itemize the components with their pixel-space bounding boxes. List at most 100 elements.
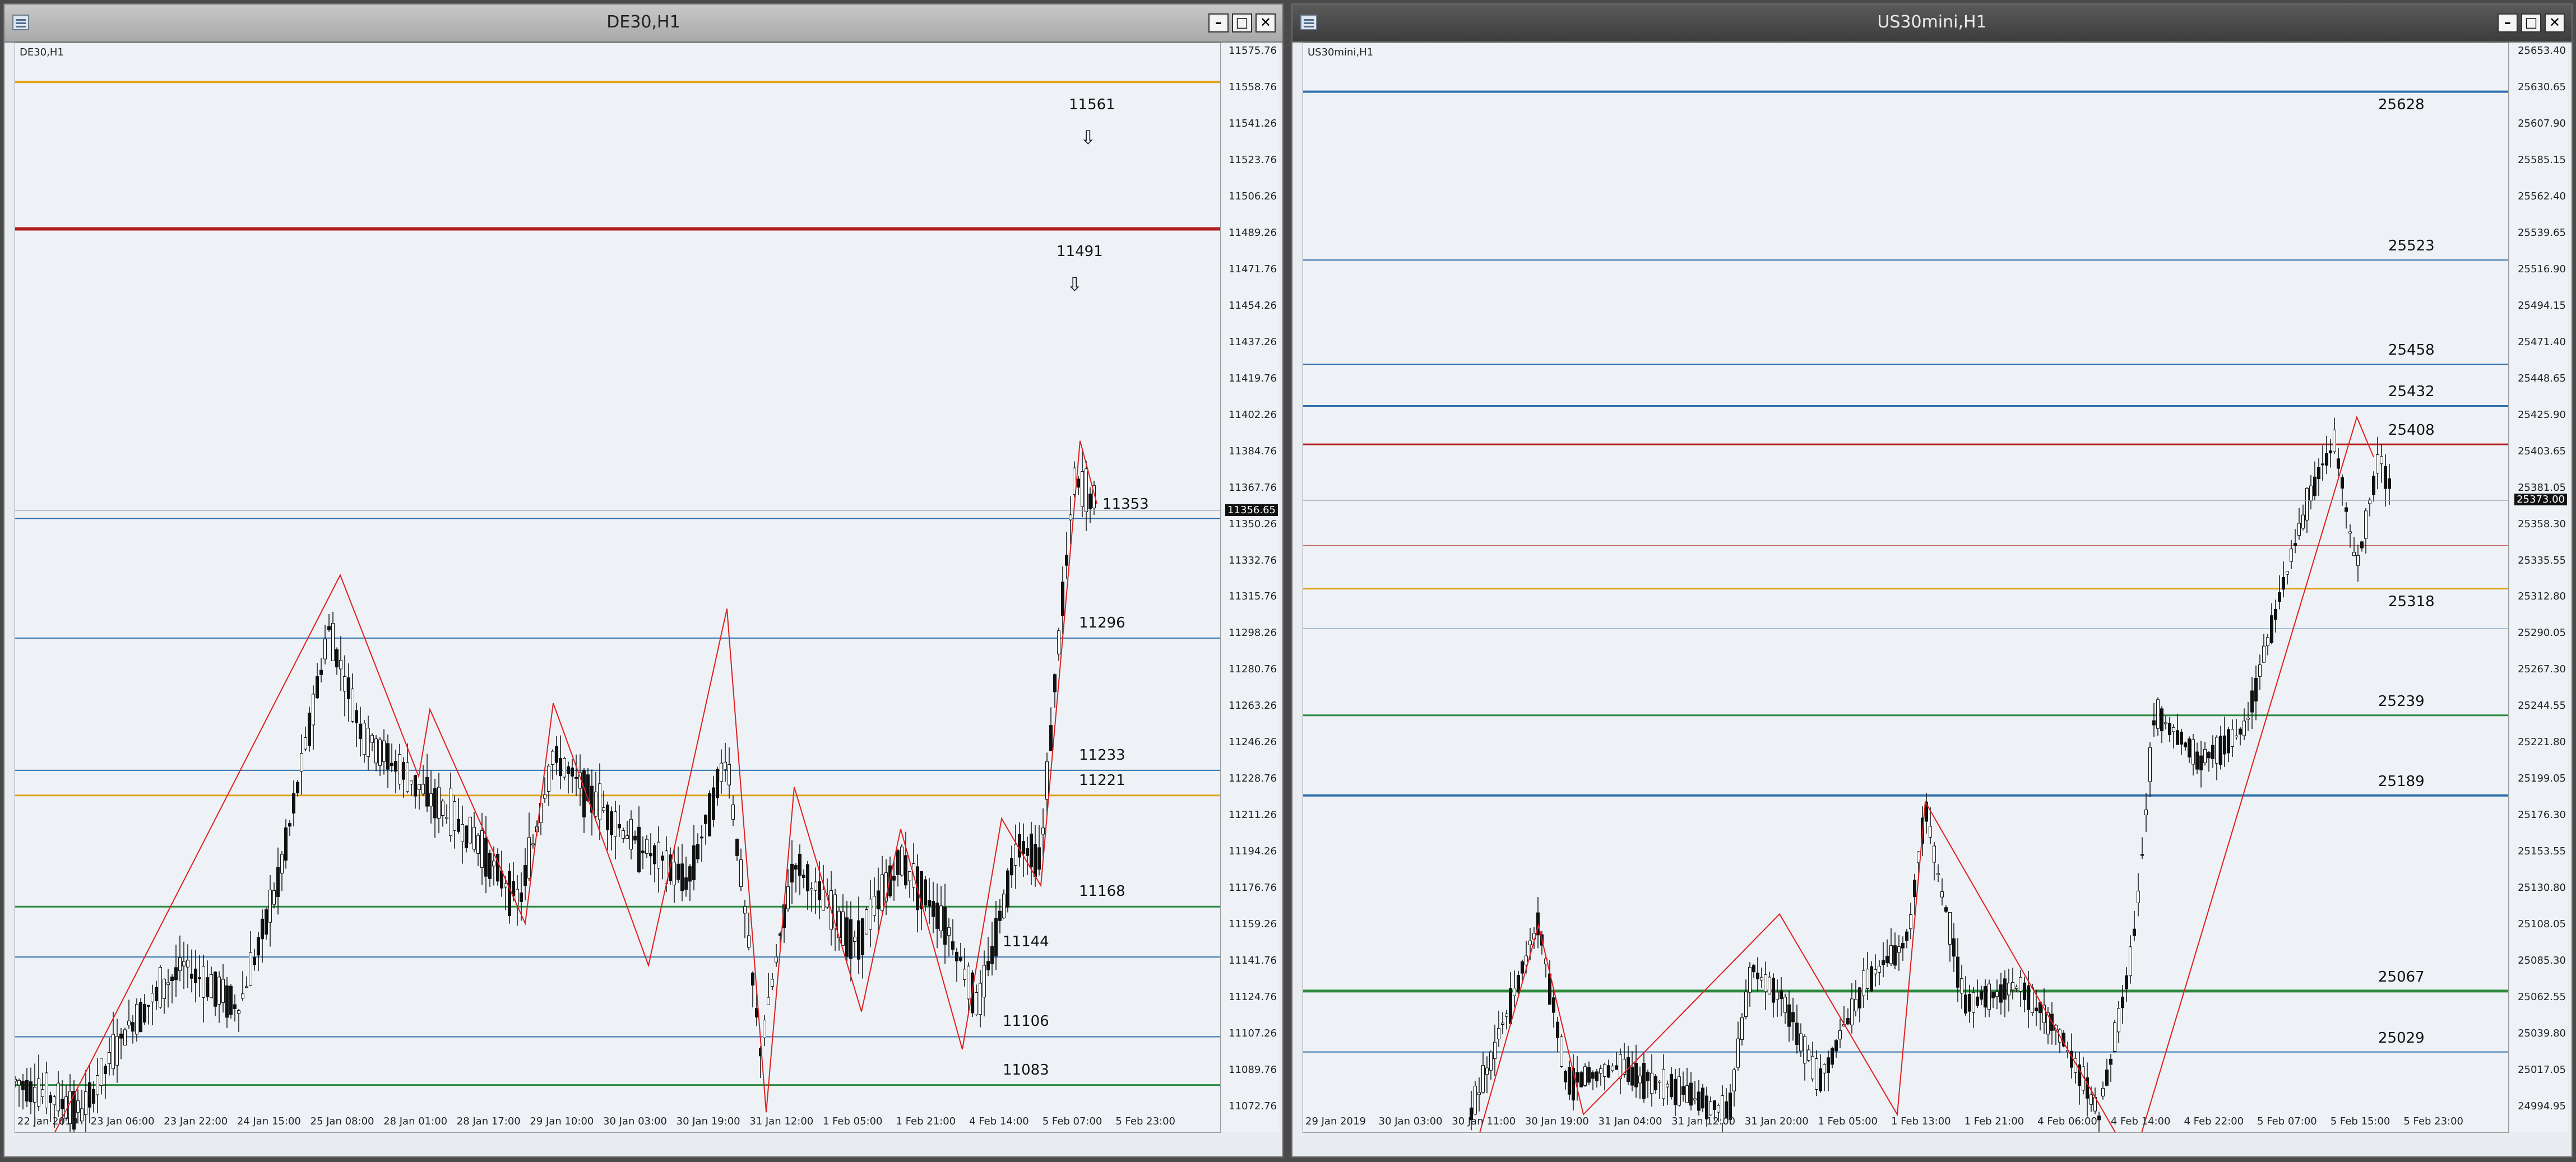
candle-body xyxy=(1866,969,1869,989)
candle-body xyxy=(606,805,609,830)
price-tick: 25585.15 xyxy=(2518,154,2566,166)
candle-body xyxy=(1709,1101,1712,1115)
candle-body xyxy=(343,676,346,692)
candle-body xyxy=(869,899,872,930)
candle-body xyxy=(335,649,339,668)
price-tick: 25153.55 xyxy=(2518,845,2566,858)
price-chart-svg xyxy=(1303,90,2508,1132)
chart-canvas[interactable]: DE30,H1 11561 11491 11353 11296 11233 11221 11… xyxy=(15,43,1221,1133)
candle-body xyxy=(626,835,629,839)
time-tick: 25 Jan 08:00 xyxy=(310,1115,374,1127)
price-tick: 25607.90 xyxy=(2518,117,2566,129)
chart-canvas[interactable]: US30mini,H1 25628 25523 25458 25432 25408 253… xyxy=(1303,43,2509,1133)
chart-window-us30mini[interactable]: US30mini,H1 – □ ✕ US30mini,H1 25628 25523… xyxy=(1291,3,2573,1158)
candle-body xyxy=(1854,998,1857,1012)
candle-body xyxy=(323,639,327,659)
title-bar[interactable]: DE30,H1 – □ ✕ xyxy=(4,4,1282,43)
candle-body xyxy=(1889,945,1893,964)
maximize-button[interactable]: □ xyxy=(1232,13,1252,32)
candle-body xyxy=(1670,1073,1673,1098)
candle-body xyxy=(1591,1072,1595,1079)
candle-body xyxy=(429,793,433,807)
candle-body xyxy=(159,966,162,1008)
price-tick: 25494.15 xyxy=(2518,299,2566,312)
candle-body xyxy=(363,723,366,755)
candle-body xyxy=(653,845,656,864)
candle-body xyxy=(2348,531,2352,534)
candle-body xyxy=(2254,678,2258,701)
candle-body xyxy=(2345,507,2348,512)
candle-body xyxy=(2376,454,2379,474)
candle-body xyxy=(1713,1100,1716,1110)
candle-body xyxy=(237,1010,240,1014)
candle-body xyxy=(2231,728,2234,747)
candle-body xyxy=(61,1099,64,1109)
candle-body xyxy=(1587,1067,1591,1083)
candle-body xyxy=(316,676,319,699)
candle-body xyxy=(214,972,217,1007)
candle-body xyxy=(1999,984,2003,1003)
candle-body xyxy=(680,863,684,891)
candle-body xyxy=(2313,476,2316,496)
time-tick: 5 Feb 23:00 xyxy=(1115,1115,1176,1127)
time-tick: 1 Feb 05:00 xyxy=(1818,1115,1878,1127)
candle-body xyxy=(1595,1071,1599,1081)
candle-body xyxy=(84,1091,87,1115)
candles xyxy=(15,449,1096,1132)
candle-body xyxy=(2117,1008,2120,1033)
maximize-button[interactable]: □ xyxy=(2521,13,2541,32)
candle-body xyxy=(469,816,472,844)
time-tick: 30 Jan 19:00 xyxy=(1525,1115,1589,1127)
candle-body xyxy=(900,847,904,876)
candle-body xyxy=(943,907,947,945)
price-tick: 11176.76 xyxy=(1229,882,1277,894)
candle-body xyxy=(2297,523,2301,536)
close-button[interactable]: ✕ xyxy=(1255,13,1276,32)
candle-body xyxy=(1991,992,1995,998)
candle-body xyxy=(488,853,492,879)
candle-body xyxy=(386,743,390,770)
candle-body xyxy=(845,917,849,957)
candle-body xyxy=(449,788,452,836)
price-tick: 11367.76 xyxy=(1229,481,1277,494)
candle-body xyxy=(2309,485,2313,501)
candle-body xyxy=(96,1075,99,1095)
minimize-button[interactable]: – xyxy=(1208,13,1229,32)
title-bar[interactable]: US30mini,H1 – □ ✕ xyxy=(1292,4,2572,43)
candle-body xyxy=(1838,1030,1842,1040)
zigzag-line xyxy=(54,440,1097,1132)
candle-body xyxy=(1513,988,1516,996)
candle-body xyxy=(1646,1072,1650,1081)
candle-body xyxy=(80,1108,84,1122)
candle-body xyxy=(1603,1064,1606,1077)
price-tick: 11089.76 xyxy=(1229,1064,1277,1076)
close-button[interactable]: ✕ xyxy=(2545,13,2565,32)
candle-body xyxy=(1634,1063,1638,1087)
candle-body xyxy=(2156,699,2160,729)
candle-body xyxy=(1909,914,1912,929)
candle-body xyxy=(2262,645,2265,663)
candle-body xyxy=(857,920,860,960)
candle-body xyxy=(2364,510,2367,539)
candle-body xyxy=(2035,1007,2038,1011)
candle-body xyxy=(622,830,625,839)
candle-body xyxy=(1638,1075,1642,1084)
chart-window-de30[interactable]: DE30,H1 – □ ✕ DE30,H1 11561 11491 11353 112… xyxy=(3,3,1284,1158)
minimize-button[interactable]: – xyxy=(2498,13,2518,32)
candle-body xyxy=(2388,478,2391,489)
price-tick: 11298.26 xyxy=(1229,627,1277,639)
price-tick: 11471.76 xyxy=(1229,263,1277,275)
price-tick: 11159.26 xyxy=(1229,918,1277,931)
candle-body xyxy=(861,918,864,955)
candle-body xyxy=(2113,1022,2116,1052)
candle-body xyxy=(2125,975,2128,989)
zigzag-line xyxy=(1479,415,2374,1132)
candle-body xyxy=(182,961,186,966)
time-tick: 4 Feb 22:00 xyxy=(2184,1115,2244,1127)
candle-body xyxy=(1002,894,1006,918)
price-scale[interactable]: 11575.76 11558.76 11541.26 11523.76 11506.26… xyxy=(1221,43,1279,1132)
price-scale[interactable]: 25653.40 25630.65 25607.90 25585.15 25562.40… xyxy=(2510,43,2568,1132)
candle-body xyxy=(394,761,397,772)
candle-body xyxy=(476,835,480,854)
candle-body xyxy=(2317,467,2320,480)
